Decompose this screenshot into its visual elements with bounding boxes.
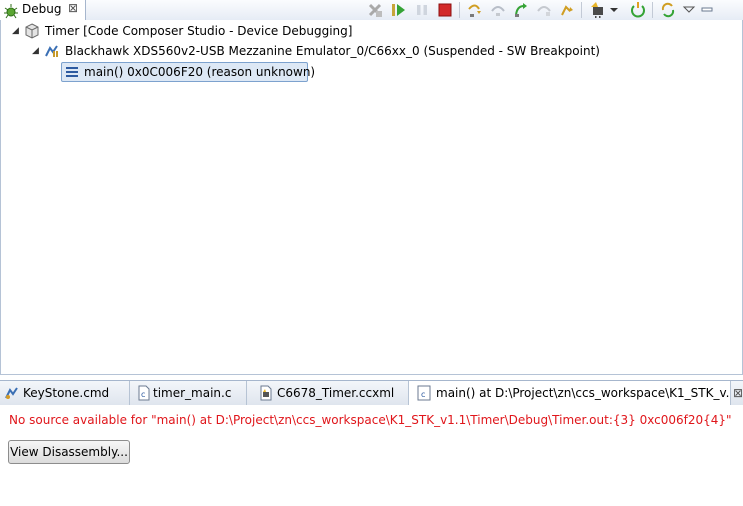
tab-main-no-source[interactable]: c main() at D:\Project\zn\ccs_workspace\…: [409, 381, 731, 405]
step-return-icon[interactable]: [512, 1, 530, 19]
debug-view: Debug ⊠ ◢ Timer [Code Composer Studio - …: [0, 0, 743, 376]
view-menu-icon[interactable]: [682, 1, 696, 19]
dropdown-arrow-icon[interactable]: [609, 1, 619, 19]
svg-text:c: c: [141, 390, 145, 399]
no-source-message: No source available for "main() at D:\Pr…: [9, 413, 732, 427]
view-disassembly-button[interactable]: View Disassembly...: [8, 440, 130, 464]
remove-terminated-icon[interactable]: [366, 1, 384, 19]
reset-cpu-icon[interactable]: [629, 1, 647, 19]
toolbar-separator: [581, 2, 582, 18]
suspended-thread-icon: [45, 45, 58, 57]
drop-to-frame-icon[interactable]: [535, 1, 553, 19]
connect-target-icon[interactable]: [589, 1, 607, 19]
ccxml-file-icon: [260, 385, 272, 401]
terminate-icon[interactable]: [436, 1, 454, 19]
tab-timer-main-c[interactable]: c timer_main.c: [130, 381, 247, 405]
tab-label: KeyStone.cmd: [23, 386, 110, 400]
tree-item-label: Timer [Code Composer Studio - Device Deb…: [45, 24, 353, 38]
close-icon[interactable]: ⊠: [733, 381, 743, 405]
launch-cube-icon: [25, 23, 39, 39]
tree-item-target[interactable]: ◢ Blackhawk XDS560v2-USB Mezzanine Emula…: [1, 41, 741, 61]
svg-text:c: c: [421, 390, 425, 399]
tab-debug[interactable]: Debug ⊠: [0, 0, 86, 20]
step-into-icon[interactable]: [466, 1, 484, 19]
close-icon[interactable]: ⊠: [68, 1, 78, 15]
debug-tree: ◢ Timer [Code Composer Studio - Device D…: [0, 20, 743, 375]
tab-label: timer_main.c: [153, 386, 232, 400]
expand-arrow-icon[interactable]: ◢: [32, 41, 42, 61]
tab-keystone-cmd[interactable]: KeyStone.cmd: [0, 381, 130, 405]
debug-view-tabbar: Debug ⊠: [0, 0, 743, 21]
debug-bug-icon: [4, 4, 18, 19]
restart-icon[interactable]: [659, 1, 677, 19]
suspend-icon[interactable]: [413, 1, 431, 19]
tab-debug-label: Debug: [22, 2, 62, 16]
use-step-filters-icon[interactable]: [558, 1, 576, 19]
minimize-icon[interactable]: [700, 1, 714, 19]
tab-label: C6678_Timer.ccxml: [277, 386, 395, 400]
c-file-icon: c: [417, 385, 431, 401]
editor-tabbar: KeyStone.cmd c timer_main.c C6678_Timer.…: [0, 380, 743, 406]
step-over-icon[interactable]: [489, 1, 507, 19]
c-file-icon: c: [138, 385, 150, 401]
editor-body: No source available for "main() at D:\Pr…: [0, 405, 743, 506]
toolbar-separator: [459, 2, 460, 18]
cmd-file-icon: [5, 387, 18, 399]
tree-item-launch[interactable]: ◢ Timer [Code Composer Studio - Device D…: [1, 21, 741, 41]
stack-frame-icon: [66, 67, 78, 77]
tree-item-label: main() 0x0C006F20 (reason unknown): [84, 65, 316, 79]
tab-label: main() at D:\Project\zn\ccs_workspace\K1…: [436, 386, 731, 400]
tree-item-label: Blackhawk XDS560v2-USB Mezzanine Emulato…: [65, 44, 600, 58]
expand-arrow-icon[interactable]: ◢: [12, 21, 22, 41]
tab-c6678-timer-ccxml[interactable]: C6678_Timer.ccxml: [247, 381, 409, 405]
resume-icon[interactable]: [389, 1, 407, 19]
tree-item-stack-frame[interactable]: main() 0x0C006F20 (reason unknown): [61, 62, 315, 82]
toolbar-separator: [652, 2, 653, 18]
